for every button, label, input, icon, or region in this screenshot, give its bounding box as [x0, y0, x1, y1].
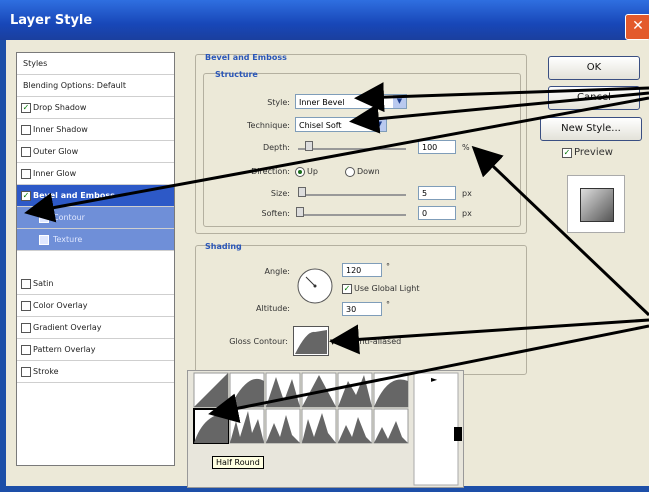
- layer-style-window: Layer Style ✕ Styles Blending Options: D…: [0, 0, 649, 492]
- annotation-arrows: [24, 82, 649, 424]
